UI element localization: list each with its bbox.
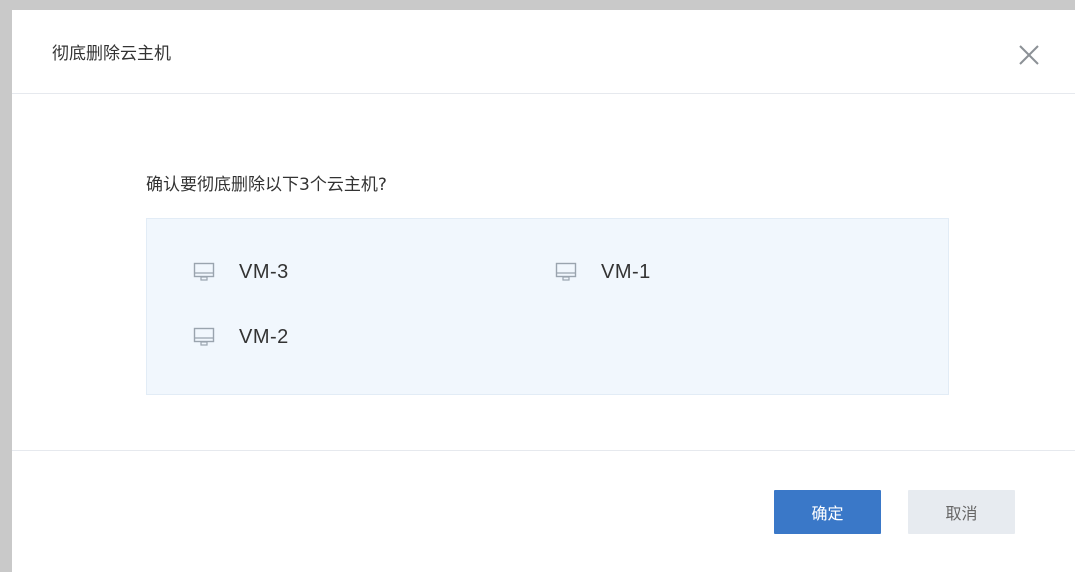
vm-list-item: VM-1 (555, 258, 651, 286)
monitor-icon (193, 326, 215, 348)
vm-name: VM-1 (601, 260, 651, 283)
delete-vm-dialog: 彻底删除云主机 确认要彻底删除以下3个云主机? VM-3 VM-1 VM-2 确… (12, 10, 1075, 572)
vm-list: VM-3 VM-1 VM-2 (146, 218, 949, 395)
monitor-icon (193, 261, 215, 283)
vm-list-item: VM-3 (193, 258, 289, 286)
confirm-question: 确认要彻底删除以下3个云主机? (146, 175, 387, 195)
cancel-button[interactable]: 取消 (908, 490, 1015, 534)
vm-name: VM-2 (239, 325, 289, 348)
dialog-title: 彻底删除云主机 (52, 44, 171, 64)
close-icon[interactable] (1016, 42, 1042, 68)
confirm-button[interactable]: 确定 (774, 490, 881, 534)
dialog-header: 彻底删除云主机 (12, 10, 1075, 94)
monitor-icon (555, 261, 577, 283)
dialog-body: 确认要彻底删除以下3个云主机? VM-3 VM-1 VM-2 (12, 94, 1075, 450)
vm-list-item: VM-2 (193, 323, 289, 351)
dialog-footer: 确定 取消 (12, 450, 1075, 572)
vm-name: VM-3 (239, 260, 289, 283)
